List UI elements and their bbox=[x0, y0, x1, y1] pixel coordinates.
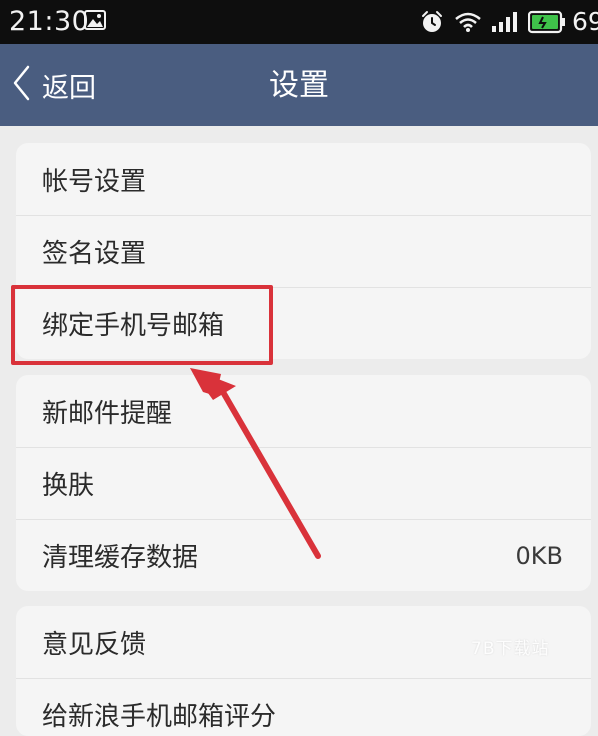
watermark: 7B下载站 bbox=[471, 639, 550, 659]
list-item-skin[interactable]: 换肤 bbox=[16, 447, 591, 519]
list-item-label: 意见反馈 bbox=[42, 629, 147, 660]
image-notification-icon bbox=[84, 10, 106, 30]
list-item-signature-settings[interactable]: 签名设置 bbox=[16, 215, 591, 287]
wifi-icon bbox=[454, 11, 482, 37]
alarm-icon bbox=[420, 10, 444, 38]
list-item-account-settings[interactable]: 帐号设置 bbox=[16, 143, 591, 215]
list-item-label: 新邮件提醒 bbox=[42, 398, 173, 429]
page-title: 设置 bbox=[269, 68, 329, 103]
settings-group-feedback: 意见反馈 给新浪手机邮箱评分 bbox=[16, 606, 591, 736]
status-bar: 21:30 69 bbox=[0, 0, 598, 44]
battery-charging-icon bbox=[527, 10, 566, 38]
list-item-label: 签名设置 bbox=[42, 239, 147, 269]
list-item-label: 清理缓存数据 bbox=[42, 543, 199, 573]
status-time: 21:30 bbox=[9, 6, 90, 37]
list-item-label: 给新浪手机邮箱评分 bbox=[42, 702, 277, 732]
signal-strength-icon bbox=[491, 11, 519, 37]
highlight-box bbox=[11, 285, 273, 365]
list-item-label: 帐号设置 bbox=[42, 166, 147, 197]
settings-group-general: 新邮件提醒 换肤 清理缓存数据 0KB bbox=[16, 375, 591, 591]
cache-size-value: 0KB bbox=[515, 541, 563, 570]
list-item-new-mail-alert[interactable]: 新邮件提醒 bbox=[16, 375, 591, 447]
list-item-rate-app[interactable]: 给新浪手机邮箱评分 bbox=[16, 678, 591, 736]
list-item-clear-cache[interactable]: 清理缓存数据 0KB bbox=[16, 519, 591, 591]
battery-percent: 69 bbox=[572, 7, 598, 36]
title-bar: 返回 设置 bbox=[0, 44, 598, 126]
list-item-label: 换肤 bbox=[42, 471, 95, 501]
